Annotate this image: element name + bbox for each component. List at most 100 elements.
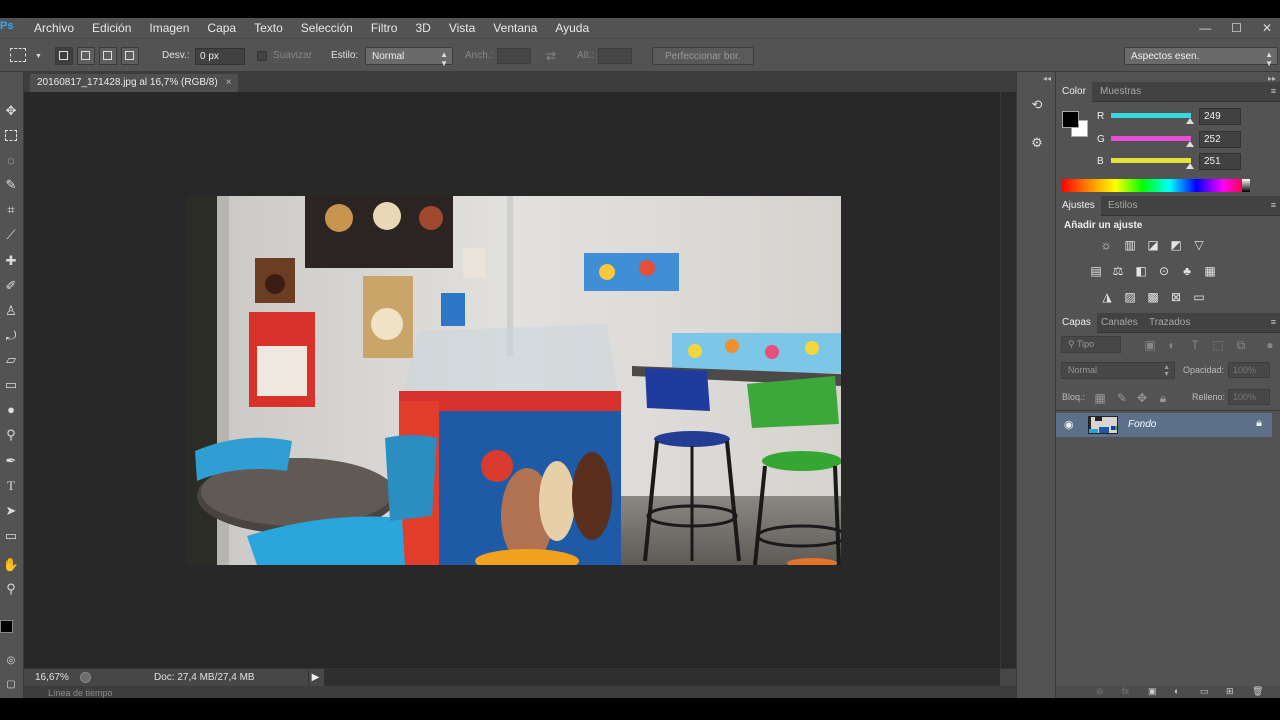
invert-icon[interactable]: ◮	[1099, 290, 1115, 304]
green-slider-track[interactable]	[1111, 136, 1191, 141]
menu-texto[interactable]: Texto	[254, 21, 283, 35]
posterize-icon[interactable]: ▨	[1122, 290, 1138, 304]
new-adjustment-icon[interactable]: ◐	[1174, 686, 1179, 696]
rectangular-marquee-icon[interactable]	[10, 48, 26, 62]
lock-transparency-icon[interactable]: ▦	[1092, 391, 1108, 405]
close-window-button[interactable]: ✕	[1262, 21, 1272, 35]
eraser-tool-icon[interactable]: ▱	[2, 351, 20, 369]
filter-shape-icon[interactable]: ⬚	[1210, 338, 1226, 352]
selective-color-icon[interactable]: ⊠	[1168, 290, 1184, 304]
vertical-scrollbar[interactable]	[1000, 92, 1016, 668]
add-mask-icon[interactable]: ▣	[1148, 686, 1157, 697]
subtract-selection-button[interactable]	[99, 47, 117, 65]
menu-edicion[interactable]: Edición	[92, 21, 131, 35]
blue-slider-track[interactable]	[1111, 158, 1191, 163]
brightness-icon[interactable]: ☼	[1098, 238, 1114, 252]
menu-filtro[interactable]: Filtro	[371, 21, 398, 35]
filter-toggle-icon[interactable]: ●	[1262, 338, 1278, 352]
screen-mode-icon[interactable]: ▢	[2, 676, 20, 694]
filter-smart-object-icon[interactable]: ⧉	[1233, 338, 1249, 352]
pen-tool-icon[interactable]: ✒	[2, 452, 20, 470]
maximize-button[interactable]: ☐	[1231, 21, 1242, 35]
minimize-button[interactable]: —	[1199, 21, 1211, 35]
history-panel-icon[interactable]: ⟲	[1028, 96, 1046, 114]
add-selection-button[interactable]	[77, 47, 95, 65]
tab-trazados[interactable]: Trazados	[1143, 313, 1196, 333]
green-value-input[interactable]: 252	[1199, 131, 1241, 148]
zoom-tool-icon[interactable]: ⚲	[2, 580, 20, 598]
menu-imagen[interactable]: Imagen	[149, 21, 189, 35]
fill-input[interactable]: 100%	[1228, 389, 1270, 405]
color-balance-icon[interactable]: ⚖	[1110, 264, 1126, 278]
curves-icon[interactable]: ◪	[1145, 238, 1161, 252]
tab-muestras[interactable]: Muestras	[1094, 82, 1147, 102]
swap-arrows-icon[interactable]: ⇄	[546, 49, 556, 63]
tool-preset-arrow-icon[interactable]: ▼	[35, 53, 42, 60]
blue-value-input[interactable]: 251	[1199, 153, 1241, 170]
color-spectrum-bar[interactable]	[1062, 179, 1250, 192]
quick-selection-tool-icon[interactable]: ✎	[2, 176, 20, 194]
height-input[interactable]	[598, 48, 632, 64]
vibrance-icon[interactable]: ▽	[1191, 238, 1207, 252]
document-image[interactable]	[187, 196, 841, 565]
timeline-label[interactable]: Línea de tiempo	[48, 688, 113, 698]
history-brush-icon[interactable]: ⤾	[2, 327, 20, 345]
lock-all-icon[interactable]: 🔒︎	[1155, 391, 1171, 405]
menu-3d[interactable]: 3D	[415, 21, 430, 35]
path-selection-icon[interactable]: ➤	[2, 502, 20, 520]
properties-panel-icon[interactable]: ⚙	[1028, 134, 1046, 152]
refine-edge-button[interactable]: Perfeccionar bor.	[652, 47, 754, 65]
hue-saturation-icon[interactable]: ▤	[1088, 264, 1104, 278]
tab-estilos[interactable]: Estilos	[1102, 196, 1143, 216]
threshold-icon[interactable]: ▩	[1145, 290, 1161, 304]
tab-color[interactable]: Color	[1056, 82, 1092, 102]
color-lookup-icon[interactable]: ▦	[1202, 264, 1218, 278]
menu-vista[interactable]: Vista	[449, 21, 475, 35]
tab-ajustes[interactable]: Ajustes	[1056, 196, 1101, 216]
menu-ayuda[interactable]: Ayuda	[555, 21, 589, 35]
hand-tool-icon[interactable]: ✋	[2, 556, 20, 574]
layer-name[interactable]: Fondo	[1128, 419, 1156, 430]
blue-slider-thumb[interactable]	[1186, 163, 1194, 169]
red-slider-thumb[interactable]	[1186, 118, 1194, 124]
layer-filter-select[interactable]: ⚲ Tipo	[1061, 336, 1121, 353]
crop-tool-icon[interactable]: ⌗	[2, 201, 20, 219]
green-slider-thumb[interactable]	[1186, 141, 1194, 147]
foreground-color-swatch[interactable]	[0, 620, 13, 633]
link-layers-icon[interactable]: ⊘	[1096, 686, 1104, 697]
menu-archivo[interactable]: Archivo	[34, 21, 74, 35]
type-tool-icon[interactable]: T	[2, 477, 20, 495]
eyedropper-tool-icon[interactable]: ⟋	[2, 226, 20, 244]
quick-mask-icon[interactable]: ◎	[2, 652, 20, 670]
channel-mixer-icon[interactable]: ♣	[1179, 264, 1195, 278]
collapse-dock-icon[interactable]: ◂◂	[1043, 74, 1051, 83]
panel-menu-icon[interactable]: ≡	[1271, 200, 1276, 210]
horizontal-scrollbar[interactable]	[324, 669, 1000, 686]
photo-filter-icon[interactable]: ⊙	[1156, 264, 1172, 278]
blend-mode-select[interactable]: Normal ▲ ▼	[1061, 362, 1175, 379]
document-tab[interactable]: 20160817_171428.jpg al 16,7% (RGB/8) ×	[30, 74, 238, 92]
brush-tool-icon[interactable]: ✐	[2, 277, 20, 295]
style-select[interactable]: Normal ▲ ▼	[365, 47, 453, 68]
menu-seleccion[interactable]: Selección	[301, 21, 353, 35]
red-value-input[interactable]: 249	[1199, 108, 1241, 125]
close-tab-icon[interactable]: ×	[226, 77, 232, 92]
tab-canales[interactable]: Canales	[1095, 313, 1144, 333]
new-group-icon[interactable]: ▭	[1200, 686, 1209, 697]
lock-pixels-icon[interactable]: ✎	[1114, 391, 1130, 405]
new-layer-icon[interactable]: ⊞	[1226, 686, 1234, 697]
delete-layer-icon[interactable]: 🗑︎	[1252, 686, 1263, 697]
panel-menu-icon[interactable]: ≡	[1271, 317, 1276, 327]
blur-tool-icon[interactable]: ●	[2, 401, 20, 419]
exposure-icon[interactable]: ◩	[1168, 238, 1184, 252]
gradient-map-icon[interactable]: ▭	[1191, 290, 1207, 304]
layer-style-icon[interactable]: fx	[1122, 686, 1129, 696]
move-tool-icon[interactable]: ✥	[2, 102, 20, 120]
clone-stamp-icon[interactable]: ♙	[2, 302, 20, 320]
new-selection-button[interactable]	[55, 47, 73, 65]
workspace-select[interactable]: Aspectos esen. ▲ ▼	[1124, 47, 1278, 68]
rectangle-tool-icon[interactable]: ▭	[2, 527, 20, 545]
foreground-color-chip[interactable]	[1062, 111, 1079, 128]
width-input[interactable]	[497, 48, 531, 64]
menu-capa[interactable]: Capa	[207, 21, 236, 35]
